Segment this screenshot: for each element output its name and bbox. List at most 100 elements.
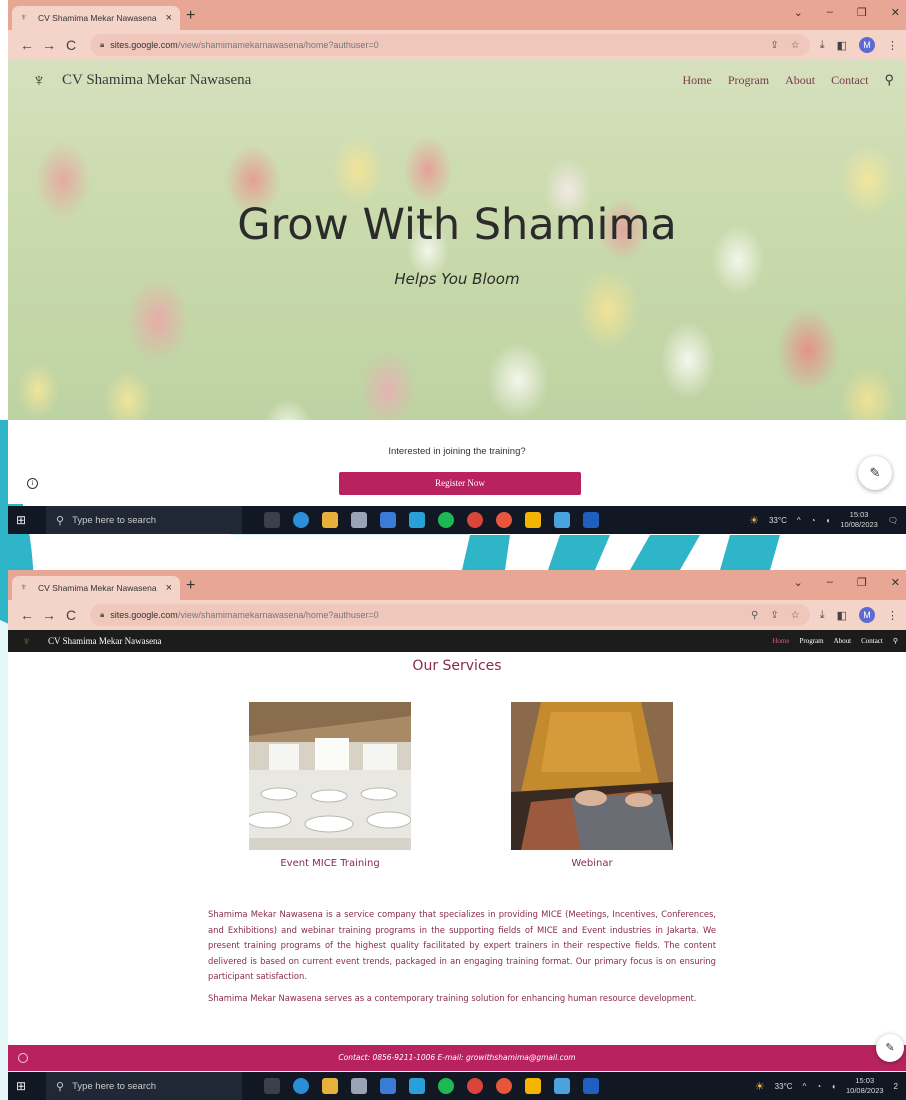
- nav-home[interactable]: Home: [772, 637, 789, 645]
- tab-search-icon[interactable]: ⌄: [794, 6, 803, 19]
- network-icon[interactable]: ◔: [816, 1082, 821, 1091]
- url-field[interactable]: 🔒︎ sites.google.com /view/shamimamekarna…: [90, 604, 810, 626]
- tab-close-icon[interactable]: ×: [166, 12, 172, 24]
- clock-time: 15:03: [849, 510, 869, 519]
- new-tab-button[interactable]: +: [186, 6, 195, 26]
- store-icon[interactable]: [351, 1078, 367, 1094]
- share-icon[interactable]: ⇪: [770, 40, 778, 51]
- spotify-icon[interactable]: [438, 512, 454, 528]
- mail-icon[interactable]: [409, 512, 425, 528]
- service-card-webinar[interactable]: Webinar: [511, 702, 673, 869]
- menu-kebab-icon[interactable]: ⋮: [887, 609, 898, 622]
- windows-start-icon[interactable]: ⊞: [16, 1079, 40, 1093]
- chrome-icon[interactable]: [496, 1078, 512, 1094]
- volume-icon[interactable]: ◖: [831, 1082, 836, 1091]
- temperature[interactable]: 33°C: [775, 1082, 793, 1091]
- clock[interactable]: 15:03 10/08/2023: [840, 510, 878, 530]
- profile-avatar[interactable]: M: [859, 37, 875, 53]
- chrome-icon[interactable]: [496, 512, 512, 528]
- url-field[interactable]: 🔒︎ sites.google.com /view/shamimamekarna…: [90, 34, 810, 56]
- task-view-icon[interactable]: [264, 1078, 280, 1094]
- edit-pencil-icon[interactable]: ✎: [876, 1034, 904, 1062]
- back-button[interactable]: ←: [16, 37, 38, 53]
- nav-home[interactable]: Home: [682, 73, 711, 88]
- tray-chevron-icon[interactable]: ^: [803, 1082, 807, 1091]
- address-bar-row: ← → C 🔒︎ sites.google.com /view/shamimam…: [8, 30, 906, 60]
- browser-tab[interactable]: ♆ CV Shamima Mekar Nawasena ×: [12, 6, 180, 30]
- side-panel-icon[interactable]: ◧: [837, 39, 847, 52]
- notes-app-icon[interactable]: [525, 512, 541, 528]
- profile-avatar[interactable]: M: [859, 607, 875, 623]
- nav-contact[interactable]: Contact: [831, 73, 868, 88]
- edge-icon[interactable]: [293, 512, 309, 528]
- weather-icon[interactable]: ☀: [749, 514, 759, 527]
- tab-close-icon[interactable]: ×: [166, 582, 172, 594]
- taskbar-search-field[interactable]: ⚲ Type here to search: [46, 506, 242, 534]
- nav-about[interactable]: About: [785, 73, 815, 88]
- share-icon[interactable]: ⇪: [770, 610, 778, 621]
- site-title[interactable]: CV Shamima Mekar Nawasena: [48, 636, 162, 646]
- service-card-mice[interactable]: Event MICE Training: [249, 702, 411, 869]
- site-logo-icon[interactable]: ♆: [28, 69, 50, 91]
- edit-pencil-icon[interactable]: ✎: [858, 456, 892, 490]
- back-button[interactable]: ←: [16, 607, 38, 623]
- file-explorer-icon[interactable]: [322, 512, 338, 528]
- restore-button[interactable]: ❐: [857, 6, 867, 19]
- store-icon[interactable]: [351, 512, 367, 528]
- task-view-icon[interactable]: [264, 512, 280, 528]
- search-icon[interactable]: ⚲: [893, 637, 898, 645]
- reload-button[interactable]: C: [60, 37, 82, 53]
- bookmark-star-icon[interactable]: ☆: [791, 610, 800, 621]
- menu-kebab-icon[interactable]: ⋮: [887, 39, 898, 52]
- download-icon[interactable]: ⤓: [820, 609, 825, 622]
- nav-about[interactable]: About: [834, 637, 852, 645]
- close-window-button[interactable]: ✕: [891, 576, 900, 589]
- taskbar-search-field[interactable]: ⚲ Type here to search: [46, 1072, 242, 1100]
- restore-button[interactable]: ❐: [857, 576, 867, 589]
- site-title[interactable]: CV Shamima Mekar Nawasena: [62, 72, 251, 89]
- lightning-app-icon[interactable]: [380, 512, 396, 528]
- mail-icon[interactable]: [409, 1078, 425, 1094]
- nav-contact[interactable]: Contact: [861, 637, 883, 645]
- forward-button[interactable]: →: [38, 607, 60, 623]
- chrome-profile-icon[interactable]: [467, 512, 483, 528]
- forward-button[interactable]: →: [38, 37, 60, 53]
- tray-chevron-icon[interactable]: ^: [797, 516, 801, 525]
- taskbar-search-icon: ⚲: [56, 1080, 65, 1093]
- spotify-icon[interactable]: [438, 1078, 454, 1094]
- windows-start-icon[interactable]: ⊞: [16, 513, 40, 527]
- browser-tab[interactable]: ♆ CV Shamima Mekar Nawasena ×: [12, 576, 180, 600]
- notification-badge[interactable]: 2: [894, 1082, 898, 1091]
- minimize-button[interactable]: –: [827, 576, 833, 589]
- download-icon[interactable]: ⤓: [820, 39, 825, 52]
- close-window-button[interactable]: ✕: [891, 6, 900, 19]
- notes-app-icon[interactable]: [525, 1078, 541, 1094]
- register-now-button[interactable]: Register Now: [339, 472, 581, 495]
- edge-icon[interactable]: [293, 1078, 309, 1094]
- notification-icon[interactable]: 🗨︎: [888, 516, 898, 525]
- photos-icon[interactable]: [554, 1078, 570, 1094]
- clock[interactable]: 15:03 10/08/2023: [846, 1076, 884, 1096]
- side-panel-icon[interactable]: ◧: [837, 609, 847, 622]
- photos-icon[interactable]: [554, 512, 570, 528]
- reload-button[interactable]: C: [60, 607, 82, 623]
- minimize-button[interactable]: –: [827, 6, 833, 19]
- bookmark-star-icon[interactable]: ☆: [791, 40, 800, 51]
- lightning-app-icon[interactable]: [380, 1078, 396, 1094]
- file-explorer-icon[interactable]: [322, 1078, 338, 1094]
- photoshop-icon[interactable]: [583, 512, 599, 528]
- network-icon[interactable]: ◔: [811, 516, 816, 525]
- zoom-icon[interactable]: ⚲: [751, 610, 758, 621]
- temperature[interactable]: 33°C: [769, 516, 787, 525]
- nav-program[interactable]: Program: [799, 637, 823, 645]
- tab-search-icon[interactable]: ⌄: [794, 576, 803, 589]
- chrome-profile-icon[interactable]: [467, 1078, 483, 1094]
- photoshop-icon[interactable]: [583, 1078, 599, 1094]
- nav-program[interactable]: Program: [728, 73, 769, 88]
- volume-icon[interactable]: ◖: [825, 516, 830, 525]
- search-icon[interactable]: ⚲: [884, 72, 894, 88]
- weather-icon[interactable]: ☀: [755, 1080, 765, 1093]
- site-logo-icon[interactable]: ♆: [22, 634, 36, 648]
- new-tab-button[interactable]: +: [186, 576, 195, 596]
- info-icon[interactable]: i: [27, 478, 38, 489]
